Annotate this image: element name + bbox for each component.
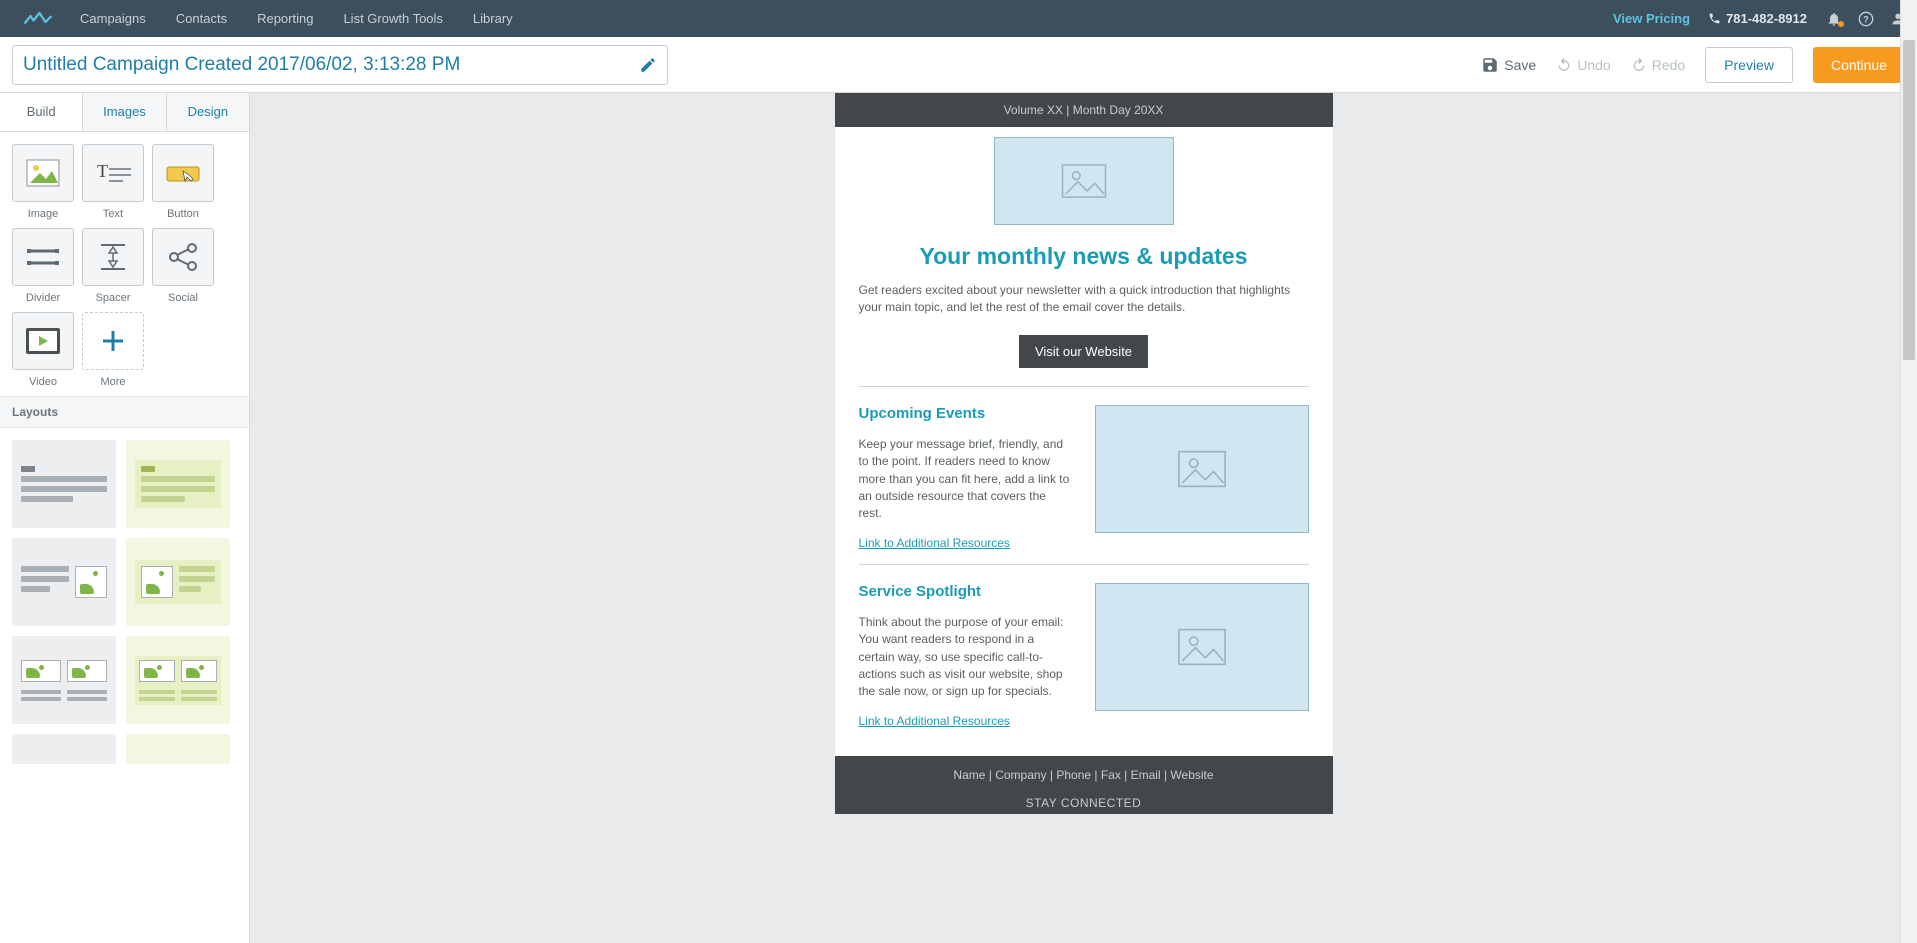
- sidebar-tabs: Build Images Design: [0, 93, 249, 132]
- email-intro-text[interactable]: Get readers excited about your newslette…: [845, 282, 1323, 317]
- notifications-icon[interactable]: [1825, 10, 1843, 28]
- email-section-upcoming-events[interactable]: Upcoming Events Keep your message brief,…: [845, 405, 1323, 560]
- email-cta-button[interactable]: Visit our Website: [1019, 335, 1148, 368]
- email-hero-image-placeholder[interactable]: [994, 137, 1174, 225]
- layout-text-only-highlighted[interactable]: [126, 440, 230, 528]
- edit-title-icon[interactable]: [639, 56, 657, 74]
- svg-text:?: ?: [1863, 14, 1869, 24]
- undo-icon: [1556, 57, 1572, 73]
- email-meta-text[interactable]: Volume XX | Month Day 20XX: [835, 93, 1333, 127]
- layouts-heading: Layouts: [0, 396, 249, 428]
- block-image-label: Image: [12, 208, 74, 220]
- block-more-label: More: [82, 376, 144, 388]
- save-button[interactable]: Save: [1481, 56, 1536, 74]
- email-footer[interactable]: Name | Company | Phone | Fax | Email | W…: [835, 756, 1333, 814]
- redo-label: Redo: [1652, 57, 1685, 73]
- block-button-label: Button: [152, 208, 214, 220]
- section-body: Think about the purpose of your email: Y…: [859, 614, 1071, 701]
- block-video-label: Video: [12, 376, 74, 388]
- layout-item-8[interactable]: [126, 734, 230, 764]
- page-vertical-scrollbar[interactable]: [1900, 0, 1917, 943]
- nav-list-growth-tools[interactable]: List Growth Tools: [328, 0, 457, 37]
- support-phone[interactable]: 781-482-8912: [1708, 11, 1807, 26]
- block-spacer[interactable]: Spacer: [82, 228, 144, 304]
- nav-contacts[interactable]: Contacts: [161, 0, 242, 37]
- block-divider[interactable]: Divider: [12, 228, 74, 304]
- svg-text:T: T: [97, 161, 108, 181]
- view-pricing-link[interactable]: View Pricing: [1613, 11, 1690, 26]
- phone-icon: [1708, 12, 1721, 25]
- section-heading: Service Spotlight: [859, 583, 1071, 600]
- campaign-title-input[interactable]: Untitled Campaign Created 2017/06/02, 3:…: [12, 45, 668, 85]
- action-bar: Untitled Campaign Created 2017/06/02, 3:…: [0, 37, 1917, 93]
- section-image-placeholder[interactable]: [1095, 583, 1309, 711]
- nav-campaigns[interactable]: Campaigns: [65, 0, 161, 37]
- block-image[interactable]: Image: [12, 144, 74, 220]
- block-video[interactable]: Video: [12, 312, 74, 388]
- layout-item-7[interactable]: [12, 734, 116, 764]
- continue-button[interactable]: Continue: [1813, 47, 1905, 83]
- email-divider-1[interactable]: [859, 386, 1309, 387]
- tab-build[interactable]: Build: [0, 93, 83, 131]
- help-icon[interactable]: ?: [1857, 10, 1875, 28]
- email-headline[interactable]: Your monthly news & updates: [845, 243, 1323, 270]
- layout-two-column[interactable]: [12, 636, 116, 724]
- footer-stay-connected: STAY CONNECTED: [835, 796, 1333, 810]
- section-link[interactable]: Link to Additional Resources: [859, 714, 1010, 728]
- nav-reporting[interactable]: Reporting: [242, 0, 328, 37]
- save-label: Save: [1504, 57, 1536, 73]
- campaign-title-text: Untitled Campaign Created 2017/06/02, 3:…: [23, 54, 460, 76]
- footer-contact-line: Name | Company | Phone | Fax | Email | W…: [835, 768, 1333, 782]
- layout-text-image-right[interactable]: [12, 538, 116, 626]
- layout-image-left-text[interactable]: [126, 538, 230, 626]
- image-placeholder-icon: [1175, 628, 1229, 666]
- layout-text-only[interactable]: [12, 440, 116, 528]
- section-image-placeholder[interactable]: [1095, 405, 1309, 533]
- preview-button[interactable]: Preview: [1705, 47, 1793, 83]
- block-divider-label: Divider: [12, 292, 74, 304]
- top-navigation-bar: Campaigns Contacts Reporting List Growth…: [0, 0, 1917, 37]
- undo-label: Undo: [1577, 57, 1610, 73]
- save-icon: [1481, 56, 1499, 74]
- image-placeholder-icon: [1061, 163, 1107, 199]
- block-text[interactable]: T Text: [82, 144, 144, 220]
- redo-icon: [1631, 57, 1647, 73]
- block-button[interactable]: Button: [152, 144, 214, 220]
- email-section-service-spotlight[interactable]: Service Spotlight Think about the purpos…: [845, 583, 1323, 738]
- tab-design[interactable]: Design: [167, 93, 249, 131]
- sidebar: Build Images Design Image T Text Button: [0, 93, 250, 943]
- email-divider-2[interactable]: [859, 564, 1309, 565]
- phone-number: 781-482-8912: [1726, 11, 1807, 26]
- redo-button[interactable]: Redo: [1631, 57, 1685, 73]
- undo-button[interactable]: Undo: [1556, 57, 1610, 73]
- content-blocks-palette: Image T Text Button Divider Spacer: [0, 132, 249, 396]
- layout-two-column-highlighted[interactable]: [126, 636, 230, 724]
- layouts-palette: [0, 428, 249, 776]
- block-social[interactable]: Social: [152, 228, 214, 304]
- image-placeholder-icon: [1175, 450, 1229, 488]
- block-social-label: Social: [152, 292, 214, 304]
- nav-library[interactable]: Library: [458, 0, 528, 37]
- nav-links: Campaigns Contacts Reporting List Growth…: [65, 0, 528, 37]
- block-text-label: Text: [82, 208, 144, 220]
- section-link[interactable]: Link to Additional Resources: [859, 536, 1010, 550]
- topbar-right: View Pricing 781-482-8912 ?: [1613, 10, 1907, 28]
- section-heading: Upcoming Events: [859, 405, 1071, 422]
- section-body: Keep your message brief, friendly, and t…: [859, 436, 1071, 523]
- tab-images[interactable]: Images: [83, 93, 166, 131]
- block-more[interactable]: More: [82, 312, 144, 388]
- block-spacer-label: Spacer: [82, 292, 144, 304]
- app-logo[interactable]: [10, 10, 65, 28]
- email-canvas[interactable]: Volume XX | Month Day 20XX Your monthly …: [250, 93, 1917, 943]
